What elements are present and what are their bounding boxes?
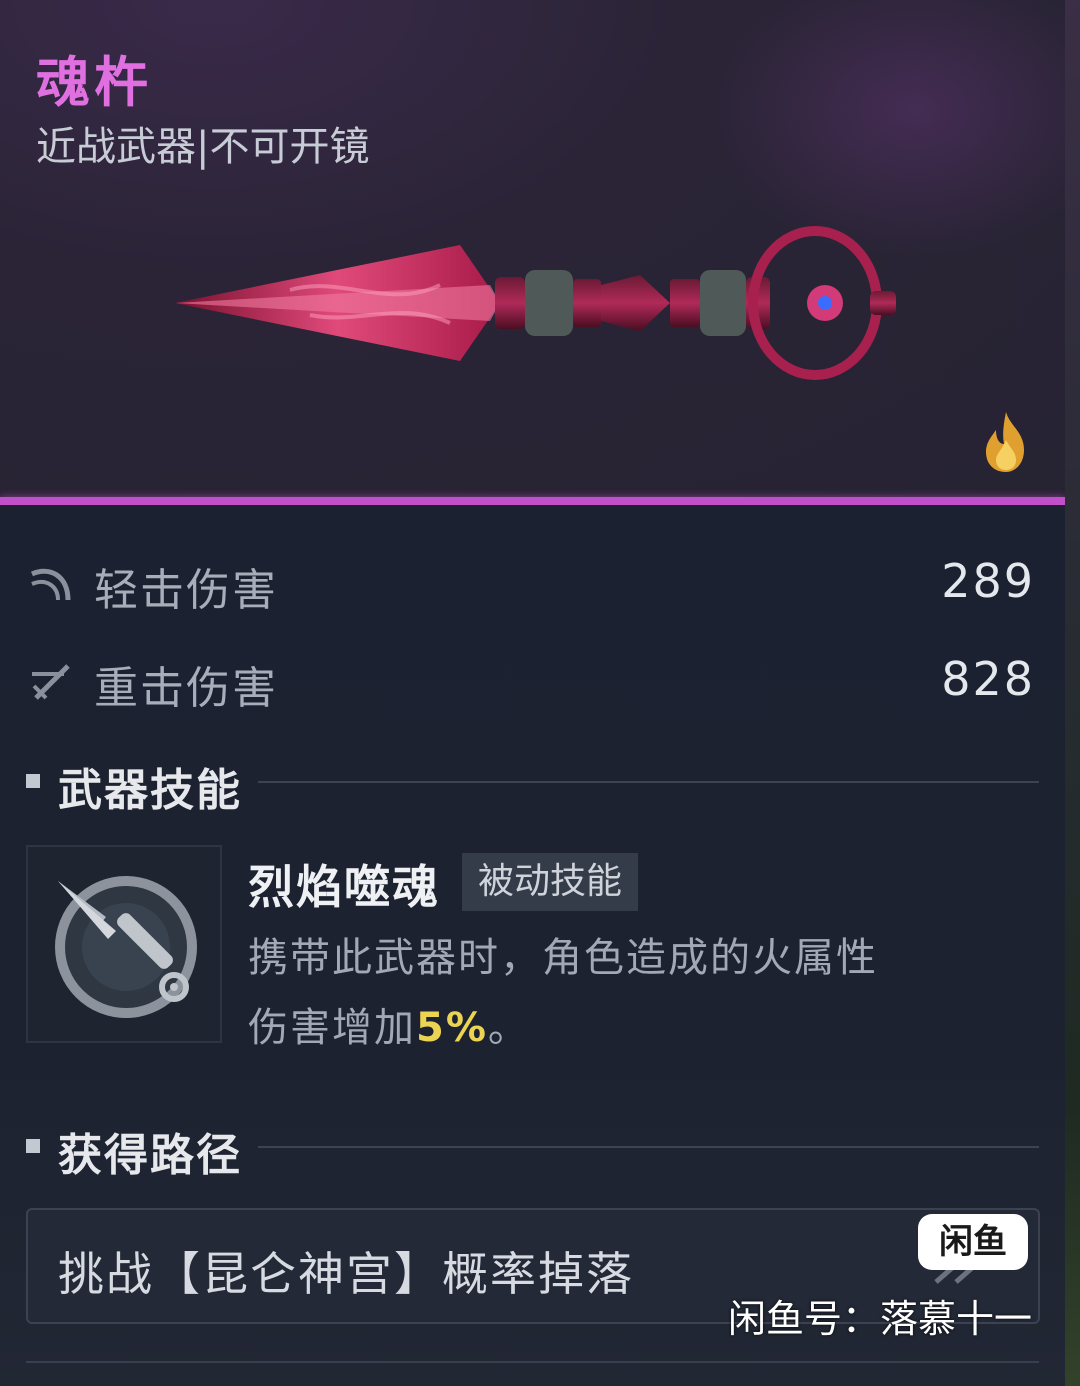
skill-name: 烈焰噬魂 — [248, 860, 440, 914]
item-name: 魂杵 — [36, 51, 152, 114]
weapon-image — [175, 226, 896, 380]
rarity-accent-bar — [0, 497, 1065, 505]
skill-desc-suffix: 。 — [487, 1005, 530, 1051]
section-divider — [258, 781, 1039, 783]
section-bullet — [26, 774, 40, 788]
heavy-attack-icon — [32, 664, 70, 700]
xianyu-logo: 闲鱼 — [918, 1214, 1028, 1270]
section-divider — [258, 1146, 1039, 1148]
fire-icon — [986, 412, 1024, 472]
stat-label: 轻击伤害 — [94, 565, 278, 616]
item-subtitle: 近战武器|不可开镜 — [36, 124, 370, 170]
source-text: 挑战【昆仑神宫】概率掉落 — [58, 1247, 634, 1301]
item-header: 魂杵 近战武器|不可开镜 — [0, 0, 1065, 498]
stat-value: 289 — [941, 554, 1035, 608]
weapon-skill-section-header: 武器技能 — [0, 750, 1065, 816]
skill-description: 携带此武器时，角色造成的火属性 伤害增加5%。 — [248, 923, 1008, 1063]
section-bullet — [26, 1139, 40, 1153]
bottom-divider — [26, 1361, 1039, 1363]
section-title: 武器技能 — [58, 765, 242, 816]
skill-dagger-icon — [55, 876, 197, 1018]
stat-label: 重击伤害 — [94, 663, 278, 714]
stat-value: 828 — [941, 652, 1035, 706]
skill-desc-line2: 伤害增加5%。 — [248, 993, 1008, 1063]
section-title: 获得路径 — [58, 1130, 242, 1181]
watermark-text: 闲鱼号：落慕十一 — [728, 1297, 1033, 1341]
skill-bonus-value: 5% — [416, 1005, 488, 1051]
skill-desc-prefix: 伤害增加 — [248, 1005, 416, 1051]
light-attack-icon — [30, 568, 71, 601]
screen-edge — [1065, 0, 1080, 1386]
stat-light-attack: 轻击伤害 289 — [0, 540, 1065, 620]
stat-heavy-attack: 重击伤害 828 — [0, 638, 1065, 718]
skill-icon-frame — [26, 845, 222, 1043]
source-section-header: 获得路径 — [0, 1115, 1065, 1181]
skill-type-badge: 被动技能 — [462, 853, 639, 911]
item-details-panel: 轻击伤害 289 重击伤害 828 武器技能 烈焰噬魂 被动技能 携带此武器时，… — [0, 505, 1065, 1386]
skill-desc-line1: 携带此武器时，角色造成的火属性 — [248, 935, 878, 981]
